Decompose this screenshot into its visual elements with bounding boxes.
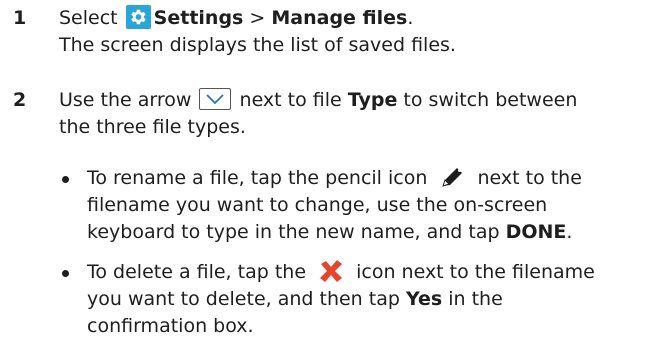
bullet-line: you want to delete, and then tap Yes in … xyxy=(87,286,667,313)
instructions-page: { "steps": [ { "number": "1", "select_la… xyxy=(0,0,671,345)
step-instruction: Select Settings > Manage files. xyxy=(59,5,667,32)
select-text: Select xyxy=(59,7,118,29)
bullet-text-part: in the xyxy=(448,288,503,310)
bullet-line: filename you want to change, use the on-… xyxy=(87,194,548,216)
bullet-line: keyboard to type in the new name, and ta… xyxy=(87,219,667,246)
bullet-text-part: To rename a file, tap the pencil icon xyxy=(87,167,428,189)
bullet-text-part: To delete a file, tap the xyxy=(87,261,307,283)
bullet-line: confirmation box. xyxy=(87,315,254,337)
step-body: Select Settings > Manage files. The scre… xyxy=(59,5,667,59)
step-text: Use the arrow xyxy=(59,89,192,111)
step-description: The screen displays the list of saved fi… xyxy=(59,34,456,56)
bullet-text-part: icon next to the filename xyxy=(356,261,595,283)
bullet-text-part: next to the xyxy=(477,167,582,189)
period: . xyxy=(566,221,573,243)
yes-label: Yes xyxy=(405,288,443,310)
step-text: to switch between xyxy=(403,89,578,111)
step-number: 2 xyxy=(13,89,27,111)
separator: > xyxy=(249,7,266,29)
bullet-text: To delete a file, tap the icon next to t… xyxy=(87,259,667,340)
step-body: Use the arrow next to file Type to switc… xyxy=(59,87,667,141)
step-text: the three file types. xyxy=(59,116,246,138)
step-instruction: Use the arrow next to file Type to switc… xyxy=(59,87,667,114)
bullet-dot xyxy=(62,176,69,183)
bullet-text-part: you want to delete, and then tap xyxy=(87,288,400,310)
bullet-text: To rename a file, tap the pencil icon ne… xyxy=(87,165,667,246)
type-label: Type xyxy=(347,89,398,111)
pencil-icon xyxy=(439,166,465,188)
period: . xyxy=(407,7,414,29)
bullet-text-part: keyboard to type in the new name, and ta… xyxy=(87,221,500,243)
step-text: next to file xyxy=(239,89,342,111)
done-label: DONE xyxy=(505,221,567,243)
bullet-line: To rename a file, tap the pencil icon ne… xyxy=(87,165,667,192)
manage-files-label: Manage files xyxy=(271,7,408,29)
bullet-dot xyxy=(62,270,69,277)
bullet-line: To delete a file, tap the icon next to t… xyxy=(87,259,667,286)
settings-label: Settings xyxy=(153,7,244,29)
step-number: 1 xyxy=(13,7,27,29)
x-icon xyxy=(318,259,344,283)
gear-icon xyxy=(125,5,151,29)
chevron-down-icon xyxy=(199,88,232,110)
